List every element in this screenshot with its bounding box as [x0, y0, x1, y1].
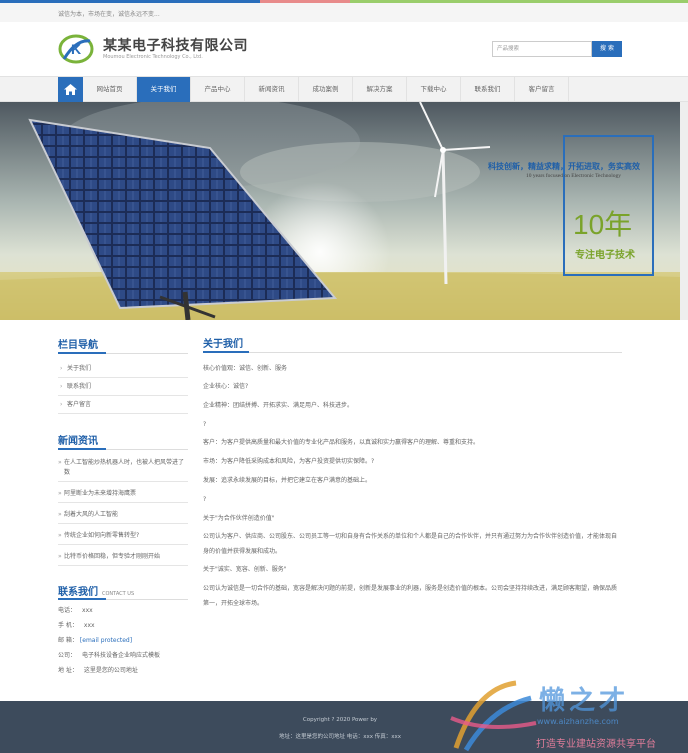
top-stripe-blue [0, 0, 260, 3]
nav-item-cases[interactable]: 成功案例 [299, 77, 353, 102]
news-item[interactable]: 在人工智能炒热机器人时，也被人把风带进了数 [58, 458, 188, 482]
contact-title: 联系我们 CONTACT US [58, 583, 134, 598]
contact-title-en: CONTACT US [102, 591, 135, 597]
nav-item-home[interactable]: 网站首页 [83, 77, 137, 102]
search-button[interactable]: 搜 索 [592, 41, 622, 57]
news-divider [58, 448, 188, 450]
about-paragraph: 公司认为诚信是一切合作的基础，宽容是解决问题的前提，创新是发展事业的利器，服务是… [203, 585, 618, 607]
banner-slogan: 科技创新，精益求精，开拓进取，务实高效 [488, 162, 640, 171]
about-paragraph: 企业精神：团结拼搏、开拓求实、满足用户、科技进步。 [203, 402, 354, 409]
news-item[interactable]: 传统企业如何向新零售转型? [58, 531, 188, 545]
nav-item-downloads[interactable]: 下载中心 [407, 77, 461, 102]
top-stripe-red [260, 0, 350, 3]
about-paragraph: 客户：为客户提供高质量和最大价值的专业化产品和服务，以真诚和实力赢得客户的理解、… [203, 439, 480, 446]
category-divider [58, 352, 188, 354]
about-paragraph: 关于"诚实、宽容、创新、服务" [203, 566, 287, 573]
contact-mobile: 手 机： xxx [58, 622, 95, 629]
contact-divider [58, 598, 188, 600]
page-scrollbar[interactable] [680, 102, 688, 320]
banner-years: 10年 [573, 209, 633, 240]
page-title: 关于我们 [203, 339, 243, 350]
nav-item-solutions[interactable]: 解决方案 [353, 77, 407, 102]
about-paragraph: 公司认为客户、供应商、公司股东、公司员工等一切和自身有合作关系的单位和个人都是自… [203, 533, 618, 555]
company-logo[interactable]: K [58, 33, 94, 65]
news-item[interactable]: 刮着大风的人工智能 [58, 510, 188, 524]
top-slogan: 诚信为本，市场在变，诚信永远不变... [58, 11, 160, 18]
category-item-messages[interactable]: 客户留言 [58, 396, 188, 414]
about-paragraph: 核心价值观：诚信、创新、服务 [203, 365, 288, 372]
nav-item-contact[interactable]: 联系我们 [461, 77, 515, 102]
email-link[interactable]: [email protected] [80, 637, 132, 644]
about-paragraph: ? [203, 496, 207, 503]
category-item-about[interactable]: 关于我们 [58, 360, 188, 378]
watermark-url: www.aizhanzhe.com [537, 717, 619, 726]
banner-subtitle: 10 years focused on Electronic Technolog… [526, 173, 621, 179]
watermark-title: 懒之才 [539, 686, 630, 716]
about-paragraph: 发展：追求永续发展的目标，并把它建立在客户满意的基础上。 [203, 477, 372, 484]
nav-home-button[interactable] [58, 77, 83, 102]
contact-address: 地 址： 这里是您的公司地址 [58, 667, 138, 674]
home-icon [64, 84, 77, 95]
title-divider [203, 351, 622, 353]
watermark-slogan: 打造专业建站资源共享平台 [536, 739, 656, 750]
news-item[interactable]: 比特币价格回稳，但专验才刚刚开始 [58, 552, 188, 566]
about-paragraph: ? [203, 421, 207, 428]
about-paragraph: 企业核心：诚信? [203, 383, 249, 390]
main-nav: 网站首页 关于我们 产品中心 新闻资讯 成功案例 解决方案 下载中心 联系我们 … [0, 76, 688, 102]
news-item[interactable]: 阿里断业为未来增持海鹰票 [58, 489, 188, 503]
logo-letter: K [71, 41, 81, 57]
category-item-contact[interactable]: 联系我们 [58, 378, 188, 396]
about-paragraph: 市场：为客户降低采购成本和风险，为客户投资提供切实保障。? [203, 458, 375, 465]
contact-phone: 电话： xxx [58, 607, 93, 614]
category-title: 栏目导航 [58, 340, 98, 351]
top-stripe-green [350, 0, 688, 3]
contact-company: 公司： 电子科技设备企业响应式模板 [58, 652, 161, 659]
about-paragraph: 关于"为合作伙伴创造价值" [203, 515, 275, 522]
contact-email: 邮 箱： [email protected] [58, 637, 133, 644]
company-name: 某某电子科技有限公司 [103, 38, 248, 54]
nav-item-news[interactable]: 新闻资讯 [245, 77, 299, 102]
contact-title-text: 联系我们 [58, 587, 98, 598]
nav-item-messages[interactable]: 客户留言 [515, 77, 569, 102]
news-title: 新闻资讯 [58, 436, 98, 447]
search-input[interactable]: 产品搜索 [492, 41, 592, 57]
top-bar: 诚信为本，市场在变，诚信永远不变... [0, 0, 688, 22]
banner-focus: 专注电子技术 [575, 250, 635, 261]
company-name-en: Moumou Electronic Technology Co., Ltd. [103, 54, 203, 60]
nav-item-about[interactable]: 关于我们 [137, 77, 191, 102]
nav-item-products[interactable]: 产品中心 [191, 77, 245, 102]
